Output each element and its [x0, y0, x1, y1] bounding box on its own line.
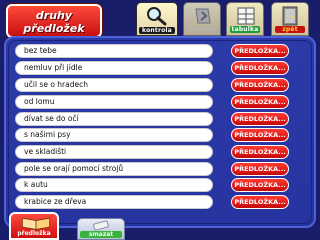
tab-tabulka[interactable]: tabulka: [226, 2, 264, 36]
app-title: druhy předložek: [6, 4, 102, 38]
list-item: dívat se do očí PŘEDLOŽKA...: [15, 112, 311, 126]
eraser-icon: [93, 220, 109, 231]
tab-seznam-label: seznam: [188, 26, 216, 33]
phrase-field[interactable]: učil se o hradech: [15, 78, 213, 92]
list-item: od lomu PŘEDLOŽKA...: [15, 95, 311, 109]
list-item: k autu PŘEDLOŽKA...: [15, 178, 311, 192]
app-window: druhy předložek kontrola seznam tabulka: [0, 0, 320, 240]
magnifier-icon: [147, 7, 167, 26]
list-item: bez tebe PŘEDLOŽKA...: [15, 44, 311, 58]
phrase-field[interactable]: s našimi psy: [15, 128, 213, 142]
door-icon: [282, 6, 298, 26]
predlozka-button[interactable]: PŘEDLOŽKA...: [231, 112, 289, 126]
phrase-field[interactable]: bez tebe: [15, 44, 213, 58]
list-item: pole se orají pomocí strojů PŘEDLOŽKA...: [15, 162, 311, 176]
list-icon: [195, 8, 211, 24]
list-item: ve skladišti PŘEDLOŽKA...: [15, 145, 311, 159]
tab-kontrola-label: kontrola: [139, 27, 175, 34]
tab-seznam[interactable]: seznam: [183, 2, 221, 36]
list-item: krabice ze dřeva PŘEDLOŽKA...: [15, 195, 311, 209]
smazat-label: smazat: [80, 231, 122, 238]
phrase-field[interactable]: krabice ze dřeva: [15, 195, 213, 209]
list-item: s našimi psy PŘEDLOŽKA...: [15, 128, 311, 142]
title-line-2: předložek: [23, 22, 85, 35]
predlozka-button[interactable]: PŘEDLOŽKA...: [231, 128, 289, 142]
predlozka-button[interactable]: PŘEDLOŽKA...: [231, 61, 289, 75]
predlozka-button[interactable]: PŘEDLOŽKA...: [231, 178, 289, 192]
tab-zpet[interactable]: zpět: [271, 2, 309, 36]
predlozka-button[interactable]: PŘEDLOŽKA...: [231, 78, 289, 92]
predlozka-button[interactable]: PŘEDLOŽKA...: [231, 44, 289, 58]
list-item: nemluv při jídle PŘEDLOŽKA...: [15, 61, 311, 75]
title-line-1: druhy: [35, 9, 73, 22]
book-icon: [22, 217, 50, 230]
predlozka-tab-label: předložka: [17, 230, 51, 237]
phrase-field[interactable]: pole se orají pomocí strojů: [15, 162, 213, 176]
table-icon: [237, 7, 255, 25]
phrase-field[interactable]: dívat se do očí: [15, 112, 213, 126]
phrase-field[interactable]: nemluv při jídle: [15, 61, 213, 75]
phrase-field[interactable]: k autu: [15, 178, 213, 192]
list-item: učil se o hradech PŘEDLOŽKA...: [15, 78, 311, 92]
predlozka-button[interactable]: PŘEDLOŽKA...: [231, 145, 289, 159]
predlozka-button[interactable]: PŘEDLOŽKA...: [231, 162, 289, 176]
predlozka-tab-button[interactable]: předložka: [9, 212, 59, 240]
smazat-button[interactable]: smazat: [77, 218, 125, 240]
tab-tabulka-label: tabulka: [230, 26, 260, 33]
tab-zpet-label: zpět: [275, 26, 305, 33]
phrase-field[interactable]: ve skladišti: [15, 145, 213, 159]
predlozka-button[interactable]: PŘEDLOŽKA...: [231, 195, 289, 209]
tab-kontrola[interactable]: kontrola: [136, 2, 178, 36]
phrase-field[interactable]: od lomu: [15, 95, 213, 109]
predlozka-button[interactable]: PŘEDLOŽKA...: [231, 95, 289, 109]
